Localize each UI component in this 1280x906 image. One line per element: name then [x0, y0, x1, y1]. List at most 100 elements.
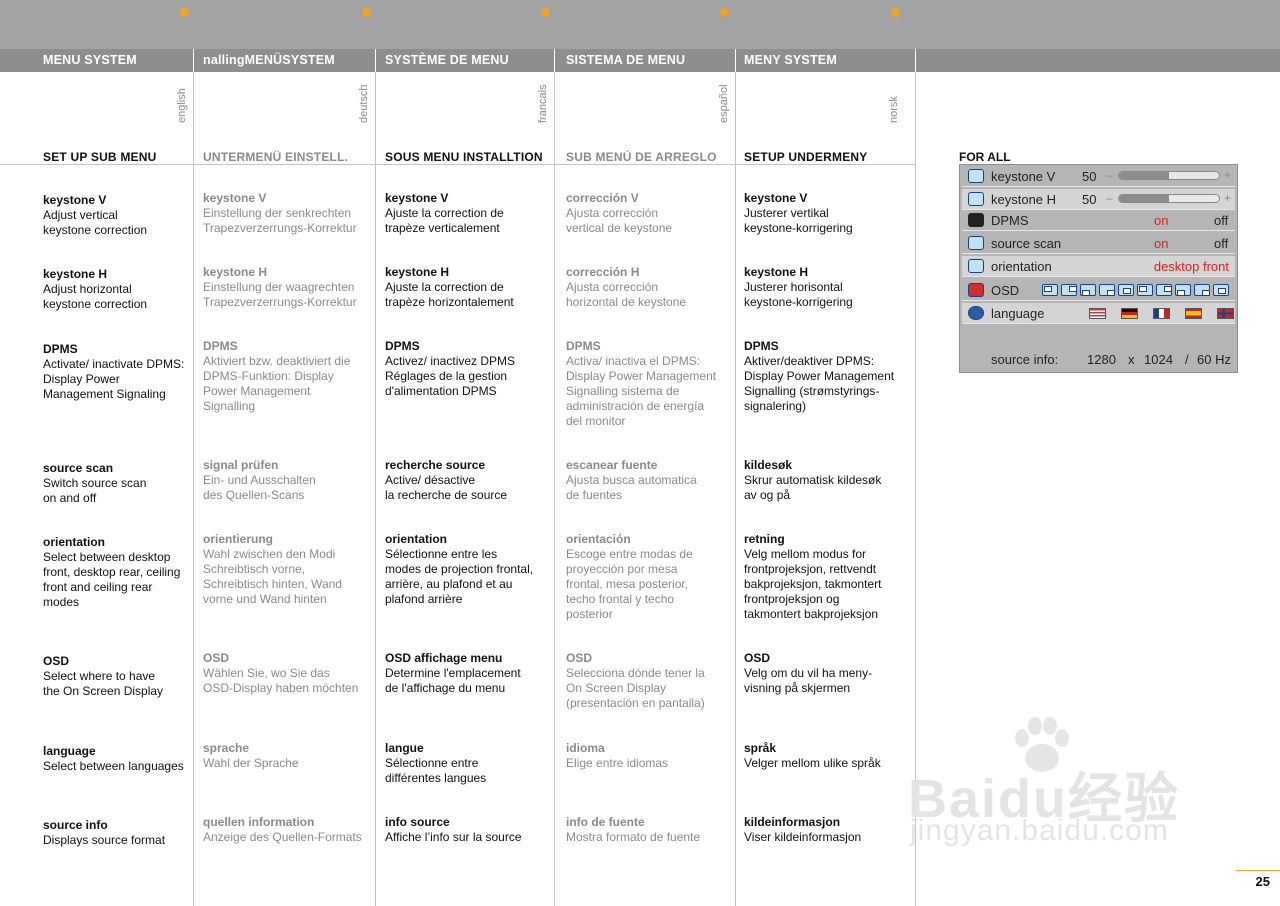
menu-entry: språk Velger mellom ulike språk	[744, 741, 922, 771]
menu-entry: keystone V Justerer vertikal keystone-kor…	[744, 191, 922, 236]
menu-entry-title: keystone H	[744, 265, 809, 279]
source-scan-off-option[interactable]: off	[1214, 233, 1228, 254]
osd-position-icon[interactable]	[1194, 284, 1210, 296]
menu-entry-description: Determine l'emplacement de l'affichage d…	[385, 666, 521, 695]
menu-entry: OSD Selecciona dónde tener la On Screen D…	[566, 651, 744, 711]
keystone-v-slider[interactable]	[1118, 171, 1220, 180]
menu-entry: langue Sélectionne entre différentes lang…	[385, 741, 563, 786]
panel-row-source-scan[interactable]: source scan on off	[962, 233, 1235, 254]
panel-row-keystone-v[interactable]: keystone V 50 – +	[962, 166, 1235, 187]
minus-icon[interactable]: –	[1106, 188, 1113, 209]
top-band	[0, 0, 1280, 49]
menu-entry-description: Wählen Sie, wo Sie das OSD-Display haben…	[203, 666, 359, 695]
menu-entry-title: OSD	[566, 651, 593, 665]
dpms-on-option[interactable]: on	[1154, 210, 1168, 231]
monitor-icon	[968, 169, 984, 183]
flag-us-icon[interactable]	[1089, 308, 1106, 319]
plus-icon[interactable]: +	[1224, 188, 1231, 209]
menu-entry-description: Aktiver/deaktiver DPMS: Display Power Ma…	[744, 354, 895, 413]
menu-entry-title: corrección V	[566, 191, 639, 205]
orientation-value[interactable]: desktop front	[1154, 256, 1229, 277]
flag-no-icon[interactable]	[1217, 308, 1234, 319]
menu-entry-title: keystone H	[43, 267, 108, 281]
menu-entry-description: Justerer vertikal keystone-korrigering	[744, 206, 853, 235]
minus-icon[interactable]: –	[1106, 165, 1113, 186]
keystone-h-value: 50	[1082, 192, 1097, 207]
subhead-english: SET UP SUB MENU	[43, 150, 157, 164]
menu-entry-title: språk	[744, 741, 777, 755]
panel-label: OSD	[991, 283, 1020, 298]
plus-icon[interactable]: +	[1224, 165, 1231, 186]
menu-entry: quellen information Anzeige des Quellen-F…	[203, 815, 381, 845]
menu-entry: source info Displays source format	[43, 818, 221, 848]
menu-entry-description: Activez/ inactivez DPMS Réglages de la g…	[385, 354, 516, 398]
osd-position-icon[interactable]	[1099, 284, 1115, 296]
menu-entry-title: info de fuente	[566, 815, 645, 829]
flag-de-icon[interactable]	[1121, 308, 1138, 319]
menu-entry-title: language	[43, 744, 96, 758]
menu-entry-title: langue	[385, 741, 424, 755]
osd-position-icon[interactable]	[1061, 284, 1077, 296]
menu-entry-title: orientierung	[203, 532, 274, 546]
menu-entry-description: Wahl der Sprache	[203, 756, 299, 770]
menu-entry: source scan Switch source scan on and off	[43, 461, 221, 506]
source-info-x: x	[1128, 352, 1135, 367]
flag-fr-icon[interactable]	[1153, 308, 1170, 319]
flag-es-icon[interactable]	[1185, 308, 1202, 319]
menu-entry-description: Select between languages	[43, 759, 184, 773]
column-header-norsk: MENY SYSTEM	[744, 53, 837, 67]
source-scan-on-option[interactable]: on	[1154, 233, 1168, 254]
menu-entry-description: Velg mellom modus for frontprojeksjon, r…	[744, 547, 882, 621]
column-header-espanol: SISTEMA DE MENU	[566, 53, 686, 67]
column-header-english: MENU SYSTEM	[43, 53, 137, 67]
watermark-url: jingyan.baidu.com	[910, 814, 1169, 847]
dpms-off-option[interactable]: off	[1214, 210, 1228, 231]
panel-label: keystone H	[991, 192, 1057, 207]
menu-entry-title: DPMS	[385, 339, 420, 353]
menu-entry-title: info source	[385, 815, 450, 829]
menu-entry-title: DPMS	[744, 339, 779, 353]
menu-entry-title: orientation	[43, 535, 105, 549]
panel-row-keystone-h[interactable]: keystone H 50 – +	[962, 189, 1235, 210]
menu-entry-title: escanear fuente	[566, 458, 658, 472]
keystone-v-value: 50	[1082, 169, 1097, 184]
panel-row-empty	[962, 326, 1235, 347]
osd-position-icon[interactable]	[1156, 284, 1172, 296]
menu-entry: signal prüfen Ein- und Ausschalten des Qu…	[203, 458, 381, 503]
menu-entry: OSD affichage menu Determine l'emplacemen…	[385, 651, 563, 696]
header-dot-icon	[362, 8, 371, 17]
panel-row-language[interactable]: language	[962, 303, 1235, 324]
panel-label: language	[991, 306, 1045, 321]
panel-row-dpms[interactable]: DPMS on off	[962, 210, 1235, 231]
header-dot-icon	[720, 8, 729, 17]
menu-entry-description: Displays source format	[43, 833, 166, 847]
globe-icon	[968, 306, 984, 320]
menu-entry: keystone V Ajuste la correction de trapèz…	[385, 191, 563, 236]
osd-position-icon[interactable]	[1118, 284, 1134, 296]
menu-entry-title: keystone V	[385, 191, 449, 205]
menu-entry-title: source info	[43, 818, 108, 832]
header-separator	[193, 49, 194, 72]
osd-position-icon[interactable]	[1137, 284, 1153, 296]
menu-entry: orientation Sélectionne entre les modes d…	[385, 532, 563, 607]
osd-position-icon[interactable]	[1042, 284, 1058, 296]
keystone-h-slider[interactable]	[1118, 194, 1220, 203]
menu-entry-title: keystone V	[744, 191, 808, 205]
menu-entry-description: Adjust horizontal keystone correction	[43, 282, 148, 311]
osd-position-icon[interactable]	[1175, 284, 1191, 296]
menu-entry: info de fuente Mostra formato de fuente	[566, 815, 744, 845]
panel-row-orientation[interactable]: orientation desktop front	[962, 256, 1235, 277]
menu-entry-title: kildeinformasjon	[744, 815, 841, 829]
osd-position-icon[interactable]	[1213, 284, 1229, 296]
slider-fill	[1119, 172, 1169, 179]
menu-entry-description: Sélectionne entre les modes de projectio…	[385, 547, 534, 606]
subhead-francais: SOUS MENU INSTALLTION	[385, 150, 543, 164]
menu-entry-description: Elige entre idiomas	[566, 756, 669, 770]
menu-entry-title: OSD	[43, 654, 70, 668]
menu-entry-title: OSD affichage menu	[385, 651, 503, 665]
panel-row-osd[interactable]: OSD	[962, 280, 1235, 301]
osd-position-icon[interactable]	[1080, 284, 1096, 296]
menu-entry-description: Wahl zwischen den Modi Schreibtisch vorn…	[203, 547, 342, 606]
header-separator	[554, 49, 555, 72]
sleep-icon	[968, 213, 984, 227]
